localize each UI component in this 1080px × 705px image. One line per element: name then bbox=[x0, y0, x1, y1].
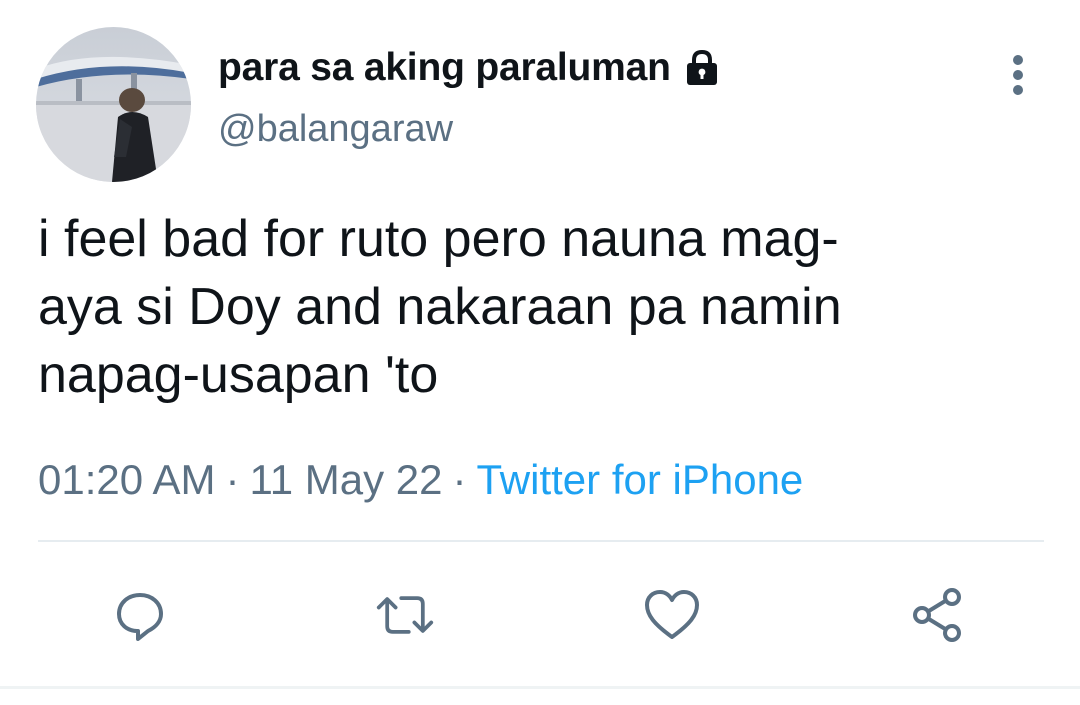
avatar[interactable] bbox=[36, 27, 191, 182]
divider bbox=[0, 686, 1080, 689]
lock-icon bbox=[686, 49, 717, 85]
heart-icon bbox=[645, 590, 699, 639]
meta-separator: · bbox=[452, 456, 467, 503]
tweet-text-line: aya si Doy and nakaraan pa namin bbox=[38, 278, 842, 336]
tweet-meta: 01:20 AM · 11 May 22 · Twitter for iPhon… bbox=[38, 452, 803, 508]
reply-icon bbox=[117, 593, 163, 641]
reply-button[interactable] bbox=[110, 585, 170, 645]
tweet-text: i feel bad for ruto pero nauna mag- aya … bbox=[38, 205, 1038, 409]
share-button[interactable] bbox=[908, 585, 968, 645]
tweet-date[interactable]: 11 May 22 bbox=[249, 456, 442, 504]
author-name-row[interactable]: para sa aking paraluman bbox=[218, 42, 723, 94]
more-options-button[interactable] bbox=[998, 52, 1038, 98]
more-vertical-icon bbox=[1013, 55, 1023, 95]
tweet-text-line: i feel bad for ruto pero nauna mag- bbox=[38, 210, 839, 268]
display-name[interactable]: para sa aking paraluman bbox=[218, 46, 671, 90]
tweet-source[interactable]: Twitter for iPhone bbox=[476, 456, 803, 504]
avatar-image bbox=[36, 27, 191, 182]
tweet-time[interactable]: 01:20 AM bbox=[38, 456, 215, 504]
retweet-button[interactable] bbox=[375, 585, 435, 645]
author-handle[interactable]: @balangaraw bbox=[218, 108, 453, 151]
like-button[interactable] bbox=[642, 585, 702, 645]
retweet-icon bbox=[376, 596, 434, 634]
share-icon bbox=[913, 588, 961, 642]
meta-separator: · bbox=[225, 456, 240, 503]
tweet-text-line: napag-usapan 'to bbox=[38, 346, 439, 404]
divider bbox=[38, 540, 1044, 542]
